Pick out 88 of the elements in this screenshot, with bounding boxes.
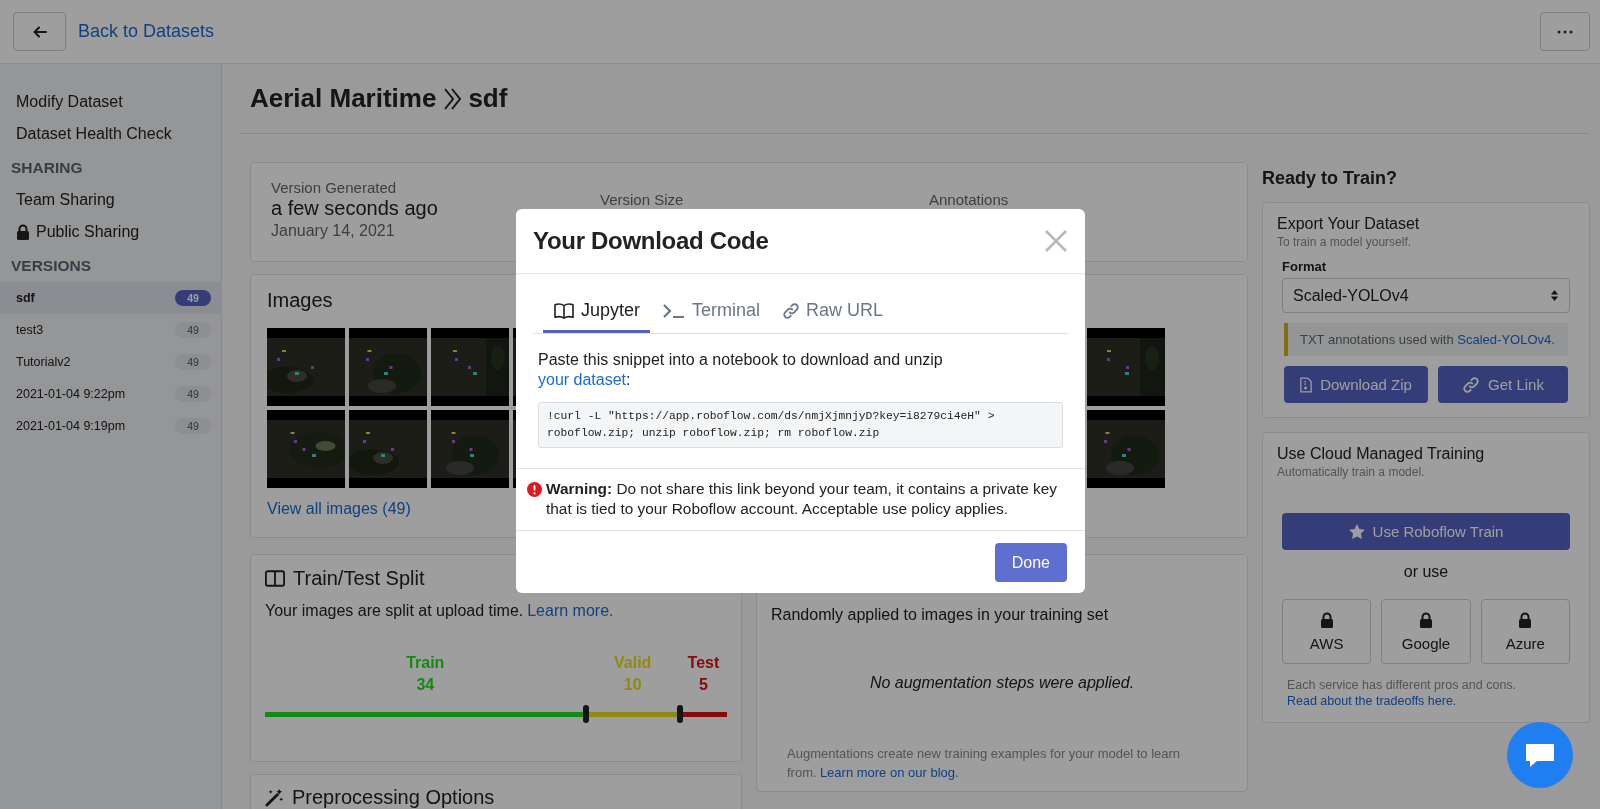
format-select[interactable]: Scaled-YOLOv4	[1282, 278, 1570, 313]
view-images-link[interactable]: View all images (49)	[267, 500, 411, 518]
tab[interactable]: Terminal	[652, 274, 771, 333]
tab[interactable]: Raw URL	[772, 274, 894, 333]
chat-bubble-icon	[1525, 742, 1555, 768]
count-badge: 49	[175, 322, 211, 338]
stat-label: Annotations	[929, 191, 1010, 208]
link-icon	[782, 301, 801, 320]
back-button[interactable]	[13, 12, 66, 51]
split-label: Valid	[614, 654, 652, 672]
field-label: Format	[1282, 259, 1328, 274]
link-icon	[1462, 375, 1481, 394]
section-heading: VERSIONS	[10, 256, 93, 276]
version-item[interactable]: 2021-01-04 9:22pm 49	[0, 378, 221, 410]
stat-label: Version Size	[600, 191, 685, 208]
tradeoffs-link[interactable]: Read about the tradeoffs here.	[1287, 694, 1565, 708]
or-label: or use	[1402, 563, 1450, 581]
provider-button[interactable]: AWS	[1282, 599, 1372, 664]
slider-handle[interactable]	[582, 705, 589, 723]
version-name: 2021-01-04 9:22pm	[16, 387, 127, 401]
split-count: 10	[623, 676, 642, 694]
version-name: sdf	[16, 291, 36, 305]
card-title: Train/Test Split	[293, 567, 425, 590]
dialog-title: Your Download Code	[533, 227, 769, 255]
count-badge: 49	[175, 418, 211, 434]
sidebar-item[interactable]: Modify Dataset	[0, 86, 221, 118]
version-item[interactable]: Tutorialv2 49	[0, 346, 221, 378]
dataset-title: Aerial Maritime	[250, 83, 437, 114]
provider-button[interactable]: Azure	[1480, 599, 1570, 664]
get-link-button[interactable]: Get Link	[1438, 366, 1568, 403]
version-name: 2021-01-04 9:19pm	[16, 419, 127, 433]
sidebar-item[interactable]: Dataset Health Check	[0, 118, 221, 150]
card-title: Images	[267, 289, 333, 312]
download-zip-button[interactable]: Download Zip	[1284, 366, 1428, 403]
card-subtitle: To train a model yourself.	[1277, 235, 1413, 249]
provider-button[interactable]: Google	[1381, 599, 1471, 664]
section-heading: SHARING	[10, 158, 84, 178]
version-item[interactable]: test3 49	[0, 314, 221, 346]
stat-date: January 14, 2021	[271, 222, 396, 240]
stat-label: Version Generated	[271, 179, 398, 196]
split-label: Test	[687, 654, 720, 672]
split-count: 34	[416, 676, 435, 694]
augmentation-note: Augmentations create new training examples for your model to learn from. Learn more on our blog.	[786, 745, 1182, 782]
train-button[interactable]: Use Roboflow Train	[1282, 513, 1570, 550]
code-snippet: !curl -L "https://app.roboflow.com/ds/nmjXjmnjyD?key=i8279ci4eH" > roboflow.zip; unzip roboflow.zip; rm roboflow.zip	[538, 402, 1063, 448]
empty-message: No augmentation steps were applied.	[868, 674, 1136, 692]
slider-handle[interactable]	[676, 705, 683, 723]
back-link[interactable]: Back to Datasets	[78, 21, 215, 42]
format-info: TXT annotations used with Scaled-YOLOv4.	[1284, 323, 1568, 356]
split-label: Train	[406, 654, 445, 672]
file-zip-icon	[1300, 376, 1313, 393]
warning-text: Warning: Do not share this link beyond your team, it contains a private key that is tied to your Roboflow account. Acceptable use policy applies.	[546, 479, 1058, 519]
stat-value: a few seconds ago	[271, 197, 439, 220]
card-title: Preprocessing Options	[292, 787, 495, 807]
close-button[interactable]	[1044, 229, 1068, 253]
count-badge: 49	[175, 290, 211, 306]
select-arrows-icon	[1550, 289, 1559, 302]
card-subtitle: Automatically train a model.	[1277, 465, 1426, 479]
sidebar-item[interactable]: Team Sharing	[0, 184, 221, 216]
count-badge: 49	[175, 354, 211, 370]
version-name: Tutorialv2	[16, 355, 72, 369]
book-icon	[553, 301, 575, 320]
more-icon	[1557, 29, 1573, 34]
panel-heading: Ready to Train?	[1262, 168, 1399, 189]
version-name: test3	[16, 323, 45, 337]
close-icon	[1044, 229, 1068, 253]
card-title: Export Your Dataset	[1277, 215, 1421, 233]
blog-link[interactable]: Learn more on our blog.	[819, 765, 959, 780]
version-title: sdf	[468, 83, 508, 114]
columns-icon	[265, 570, 285, 587]
service-note: Each service has different pros and cons.	[1287, 677, 1518, 694]
terminal-prompt-icon	[662, 302, 687, 319]
star-icon	[1348, 524, 1365, 539]
augmentation-description: Randomly applied to images in your training set	[771, 606, 1110, 624]
card-title: Use Cloud Managed Training	[1277, 445, 1486, 463]
learn-more-link[interactable]: Learn more.	[527, 602, 614, 619]
version-item[interactable]: 2021-01-04 9:19pm 49	[0, 410, 221, 442]
count-badge: 49	[175, 386, 211, 402]
tab[interactable]: Jupyter	[543, 274, 651, 333]
split-description: Your images are split at upload time. Learn more.	[265, 602, 615, 620]
split-count: 5	[698, 676, 708, 694]
version-item[interactable]: sdf 49	[0, 282, 221, 314]
magic-wand-icon	[265, 787, 284, 807]
instruction-text: Paste this snippet into a notebook to download and unzip your dataset:	[538, 350, 944, 390]
double-chevron-icon	[442, 86, 463, 111]
sidebar-item[interactable]: Public Sharing	[0, 216, 221, 248]
warning-icon	[527, 482, 542, 497]
done-button[interactable]: Done	[994, 543, 1067, 582]
